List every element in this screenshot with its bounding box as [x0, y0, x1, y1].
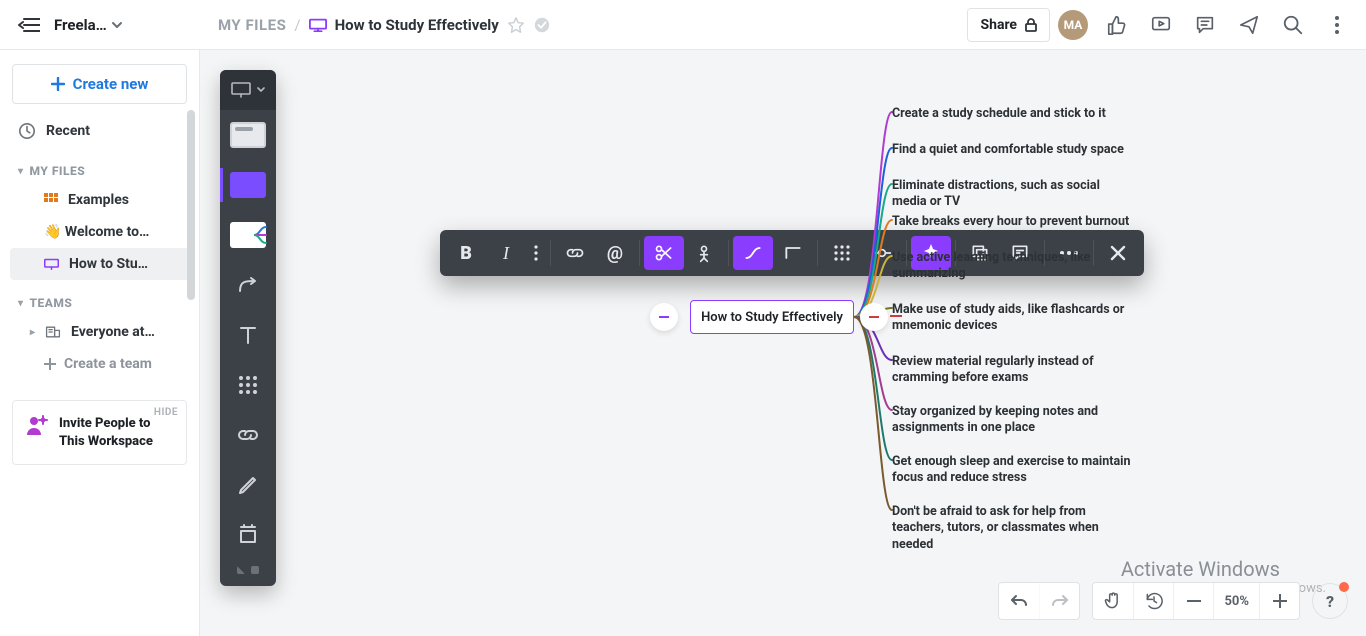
- section-teams[interactable]: ▾ TEAMS: [0, 280, 199, 316]
- avatar[interactable]: MA: [1058, 10, 1088, 40]
- grid-icon: [44, 193, 58, 207]
- file-current[interactable]: How to Stu…: [10, 248, 189, 280]
- more-menu-button[interactable]: [1316, 4, 1358, 46]
- workspace-name: Freela…: [54, 16, 107, 34]
- mindmap-branch[interactable]: Stay organized by keeping notes and assi…: [892, 404, 1132, 437]
- redo-button[interactable]: [1039, 583, 1079, 619]
- undo-button[interactable]: [999, 583, 1039, 619]
- view-controls: 50%: [1092, 582, 1300, 620]
- mindmap-center-node[interactable]: How to Study Effectively: [690, 300, 854, 334]
- topbar-left: Freela…: [0, 0, 200, 49]
- pan-button[interactable]: [1093, 583, 1133, 619]
- presentation-icon: [44, 258, 59, 270]
- invite-card[interactable]: HIDE Invite People to This Workspace: [12, 400, 187, 465]
- mindmap-branch[interactable]: Don't be afraid to ask for help from tea…: [892, 504, 1132, 553]
- chevron-down-icon: ▾: [18, 166, 24, 177]
- mindmap-branch[interactable]: Find a quiet and comfortable study space: [892, 142, 1124, 158]
- share-label: Share: [980, 17, 1017, 33]
- chevron-right-icon: ▸: [30, 327, 35, 338]
- comments-button[interactable]: [1184, 4, 1226, 46]
- zoom-level[interactable]: 50%: [1213, 583, 1259, 619]
- undo-redo-group: [998, 582, 1080, 620]
- watermark-title: Activate Windows: [1121, 557, 1326, 581]
- section-myfiles[interactable]: ▾ MY FILES: [0, 148, 199, 184]
- breadcrumb-separator: /: [294, 16, 300, 34]
- help-button[interactable]: ?: [1312, 583, 1348, 619]
- recent-item[interactable]: Recent: [0, 114, 199, 148]
- plus-icon: [51, 77, 65, 91]
- mindmap-branch[interactable]: Take breaks every hour to prevent burnou…: [892, 214, 1129, 230]
- building-icon: [45, 325, 61, 339]
- bottom-controls: 50% ?: [998, 582, 1348, 620]
- presentation-icon: [309, 18, 327, 32]
- add-node-right[interactable]: [860, 303, 888, 331]
- sidebar: Create new Recent ▾ MY FILES Examples 👋 …: [0, 50, 200, 636]
- file-welcome[interactable]: 👋 Welcome to…: [0, 216, 199, 248]
- invite-people-icon: [25, 415, 49, 435]
- mindmap-branch[interactable]: Use active learning techniques, like sum…: [892, 250, 1132, 283]
- invite-hide[interactable]: HIDE: [154, 407, 178, 418]
- branch-connectors: [200, 50, 1366, 636]
- chevron-down-icon: [111, 19, 123, 31]
- mindmap-branch[interactable]: Make use of study aids, like flashcards …: [892, 302, 1132, 335]
- create-label: Create new: [73, 75, 149, 93]
- recent-label: Recent: [46, 123, 90, 139]
- workspace-selector[interactable]: Freela…: [54, 16, 200, 34]
- plus-icon: [44, 358, 56, 370]
- share-button[interactable]: Share: [967, 8, 1050, 42]
- sidebar-scrollbar[interactable]: [187, 110, 195, 300]
- file-examples[interactable]: Examples: [0, 184, 199, 216]
- collapse-sidebar-button[interactable]: [10, 6, 48, 44]
- send-button[interactable]: [1228, 4, 1270, 46]
- team-everyone[interactable]: ▸ Everyone at…: [0, 316, 199, 348]
- search-button[interactable]: [1272, 4, 1314, 46]
- present-button[interactable]: [1140, 4, 1182, 46]
- topbar-right: Share MA: [967, 4, 1358, 46]
- add-node-left[interactable]: [650, 303, 678, 331]
- breadcrumb-root[interactable]: MY FILES: [218, 16, 286, 34]
- chevron-down-icon: ▾: [18, 298, 24, 309]
- mindmap-branch[interactable]: Get enough sleep and exercise to maintai…: [892, 454, 1132, 487]
- breadcrumb-title[interactable]: How to Study Effectively: [335, 16, 499, 34]
- like-button[interactable]: [1096, 4, 1138, 46]
- invite-text: Invite People to This Workspace: [59, 415, 174, 450]
- zoom-out-button[interactable]: [1173, 583, 1213, 619]
- canvas[interactable]: B I @ How to Study Effectively Create a …: [200, 50, 1366, 636]
- mindmap-branch[interactable]: Review material regularly instead of cra…: [892, 354, 1132, 387]
- zoom-in-button[interactable]: [1259, 583, 1299, 619]
- history-button[interactable]: [1133, 583, 1173, 619]
- clock-icon: [18, 122, 36, 140]
- star-icon[interactable]: [507, 16, 525, 34]
- mindmap-branch[interactable]: Create a study schedule and stick to it: [892, 106, 1106, 122]
- mindmap-branch[interactable]: Eliminate distractions, such as social m…: [892, 178, 1132, 211]
- topbar: Freela… MY FILES / How to Study Effectiv…: [0, 0, 1366, 50]
- create-new-button[interactable]: Create new: [12, 64, 187, 104]
- breadcrumb: MY FILES / How to Study Effectively: [218, 16, 551, 34]
- create-team-button[interactable]: Create a team: [0, 348, 199, 380]
- status-check-icon[interactable]: [533, 16, 551, 34]
- lock-icon: [1025, 18, 1037, 32]
